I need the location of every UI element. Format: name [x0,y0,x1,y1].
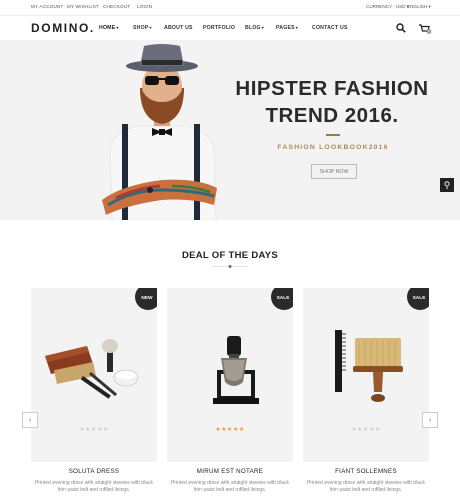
prev-arrow-icon[interactable]: ‹ [22,412,38,428]
rating-stars: ★★★★★ [31,426,157,433]
product-name[interactable]: SOLUTA DRESS [31,468,157,475]
product-card[interactable]: SALE ★★★★★ [303,288,429,462]
chevron-down-icon: ▾ [116,25,119,30]
hero-title: HIPSTER FASHION TREND 2016. [234,75,430,129]
nav-contact-us[interactable]: CONTACT US [312,25,348,31]
product-card[interactable]: NEW ★★★★★ [31,288,157,462]
chevron-down-icon: ▾ [149,25,152,30]
product-image[interactable] [31,318,157,423]
product-description: Printed evening dress with straight slee… [170,480,290,493]
nav-pages[interactable]: PAGES▾ [276,25,298,31]
currency-select[interactable]: CURRENCY : USD ▾ [366,4,409,10]
accessibility-icon[interactable]: ⚲ [440,178,454,192]
hero-banner: HIPSTER FASHION TREND 2016. FASHION LOOK… [0,40,460,220]
product-description: Printed evening dress with straight slee… [34,480,154,493]
cart-count: 0 [428,30,430,34]
product-description: Printed evening dress with straight slee… [306,480,426,493]
product-name[interactable]: FIANT SOLLEMNES [303,468,429,475]
top-bar: My Account My Wishlist Checkout Login CU… [0,0,460,16]
star-icon: ★ [238,427,245,433]
product-card[interactable]: SALE ★★★★★ [167,288,293,462]
logo[interactable]: DOMINO. [31,21,95,35]
rating-stars: ★★★★★ [167,426,293,433]
nav-home-label: HOME [99,25,116,31]
status-badge: SALE [271,288,293,310]
main-header: DOMINO. HOME▾ SHOP▾ ABOUT US PORTFOLIO B… [0,16,460,40]
hero-divider [326,134,340,136]
chevron-down-icon: ▾ [295,25,298,30]
rating-stars: ★★★★★ [303,426,429,433]
nav-pages-label: PAGES [276,25,295,31]
hero-model-image [102,44,217,220]
product-image[interactable] [167,318,293,423]
status-badge: SALE [407,288,429,310]
status-badge: NEW [135,288,157,310]
star-icon: ★ [374,427,381,433]
section-divider [212,265,248,268]
nav-blog-label: BLOG [245,25,261,31]
product-image[interactable] [303,318,429,423]
shop-now-button[interactable]: SHOP NOW [311,164,357,179]
nav-about-us[interactable]: ABOUT US [164,25,193,31]
product-name[interactable]: MIRUM EST NOTARE [167,468,293,475]
deal-section-title: DEAL OF THE DAYS [181,250,279,261]
next-arrow-icon[interactable]: › [422,412,438,428]
nav-portfolio[interactable]: PORTFOLIO [203,25,235,31]
cart-icon[interactable]: 0 [418,22,432,34]
chevron-down-icon: ▾ [428,4,431,9]
hero-title-line2: TREND 2016. [265,104,399,127]
my-wishlist-link[interactable]: My Wishlist [67,4,99,9]
checkout-link[interactable]: Checkout [103,4,130,9]
search-icon[interactable] [396,23,406,33]
nav-shop-label: SHOP [133,25,149,31]
hero-title-line1: HIPSTER FASHION [235,77,429,100]
my-account-link[interactable]: My Account [31,4,64,9]
chevron-down-icon: ▾ [261,25,265,30]
nav-shop[interactable]: SHOP▾ [133,25,152,31]
star-icon: ★ [102,427,109,433]
nav-blog[interactable]: BLOG▾ [245,25,264,31]
currency-label: CURRENCY : USD [366,4,406,9]
language-select[interactable]: ENGLISH ▾ [407,4,431,10]
nav-home[interactable]: HOME▾ [99,25,119,31]
language-label: ENGLISH [407,4,428,9]
login-link[interactable]: Login [137,4,152,9]
hero-subtitle: FASHION LOOKBOOK2016 [277,144,389,151]
